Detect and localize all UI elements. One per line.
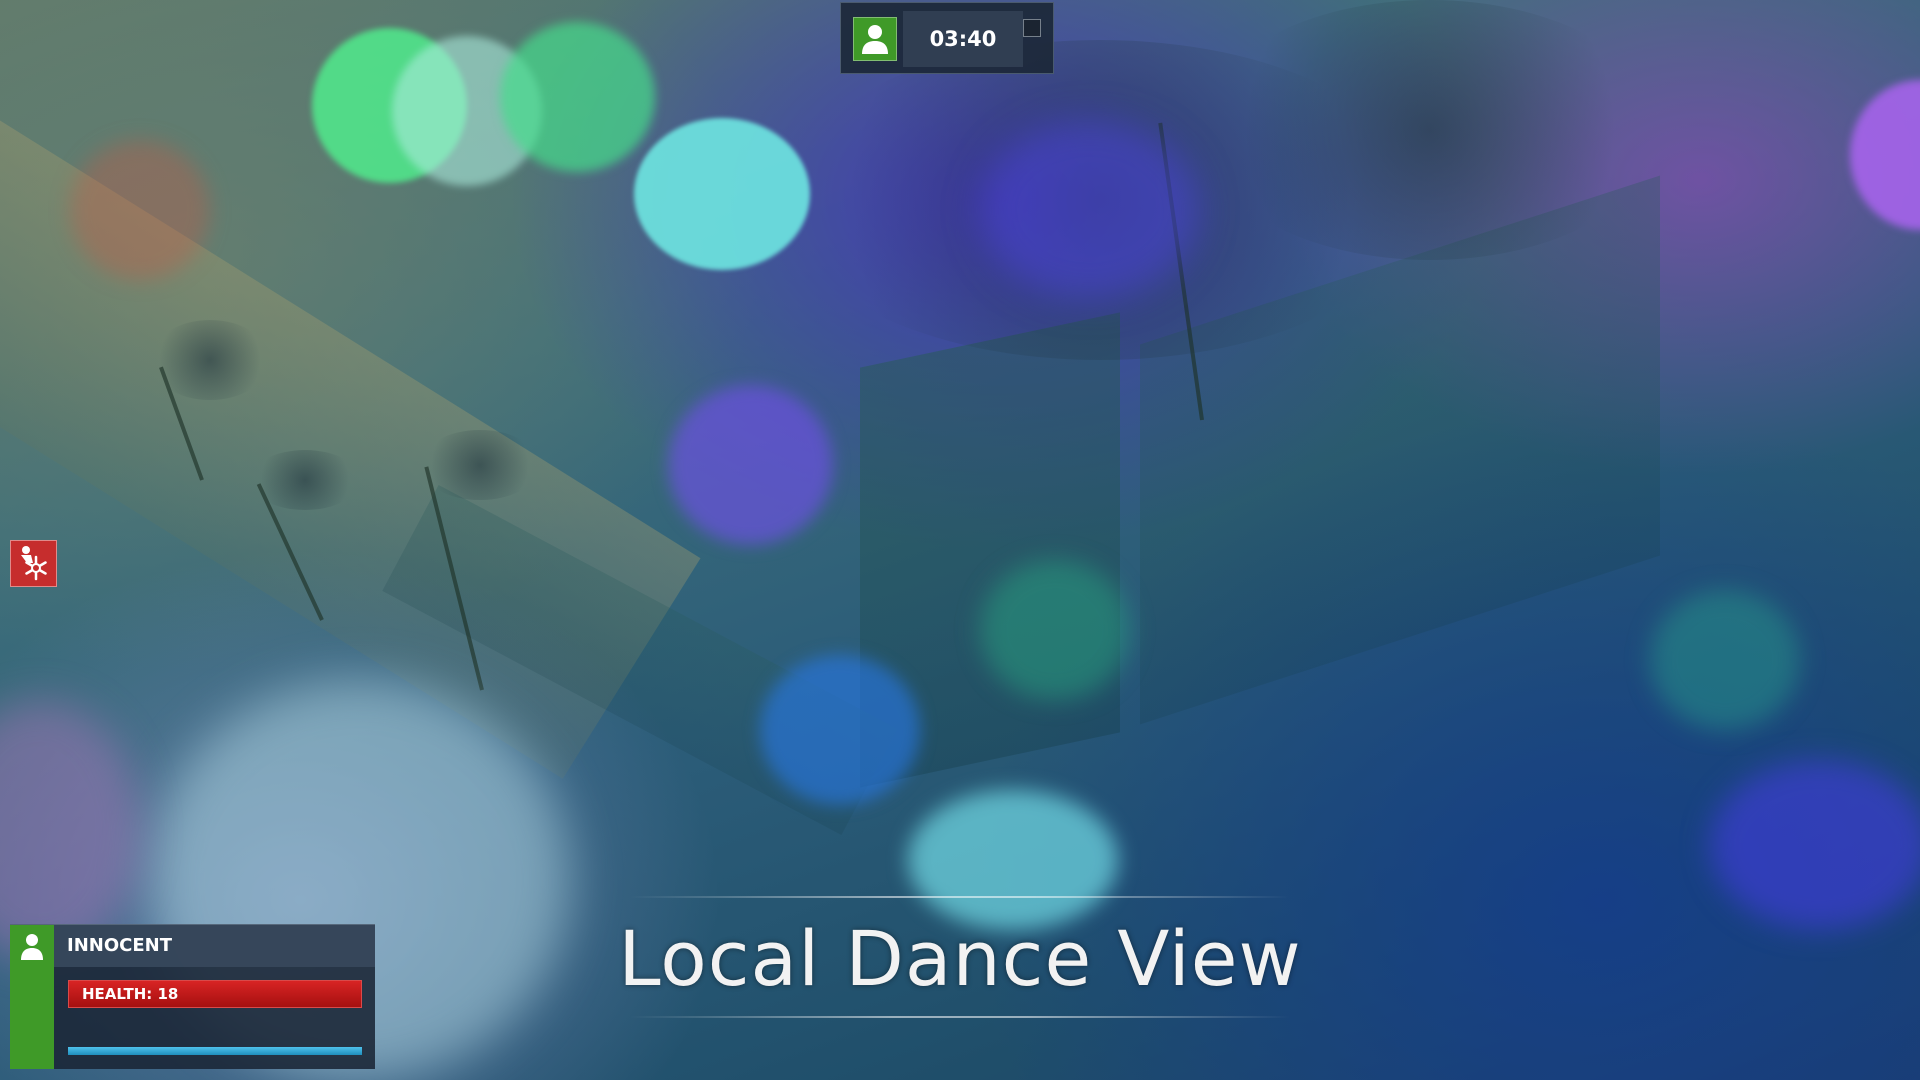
bokeh-light [1650,590,1800,730]
title-divider-top [630,896,1290,898]
bokeh-light [634,118,810,270]
bokeh-light [760,655,920,805]
bokeh-light [980,120,1200,300]
tree-foliage [1200,0,1660,260]
health-bar: HEALTH: 18 [68,980,362,1008]
bokeh-light [70,140,210,280]
bokeh-light [0,700,140,960]
tree-foliage [150,320,270,400]
bokeh-light [500,22,655,172]
bokeh-light [1850,80,1920,230]
person-icon [853,17,897,61]
health-label: HEALTH: 18 [82,985,179,1003]
tree-foliage [420,430,540,500]
bokeh-light [980,560,1130,700]
bokeh-light [1710,760,1920,930]
role-name: INNOCENT [67,935,172,956]
player-status-panel: INNOCENT HEALTH: 18 [10,924,375,1069]
title-divider-bottom [630,1016,1290,1018]
ammo-bar [68,1047,362,1055]
role-color-strip [10,925,54,1069]
spectate-title: Local Dance View [618,914,1302,1003]
bokeh-light [668,385,833,545]
round-time: 03:40 [903,11,1023,67]
frozen-person-icon [10,540,57,587]
person-icon [18,931,46,961]
stop-indicator-icon [1023,19,1041,37]
ammo-bar-fill [68,1047,362,1055]
tree-foliage [250,450,360,510]
round-timer-panel: 03:40 [840,2,1054,74]
role-header: INNOCENT [54,925,375,967]
